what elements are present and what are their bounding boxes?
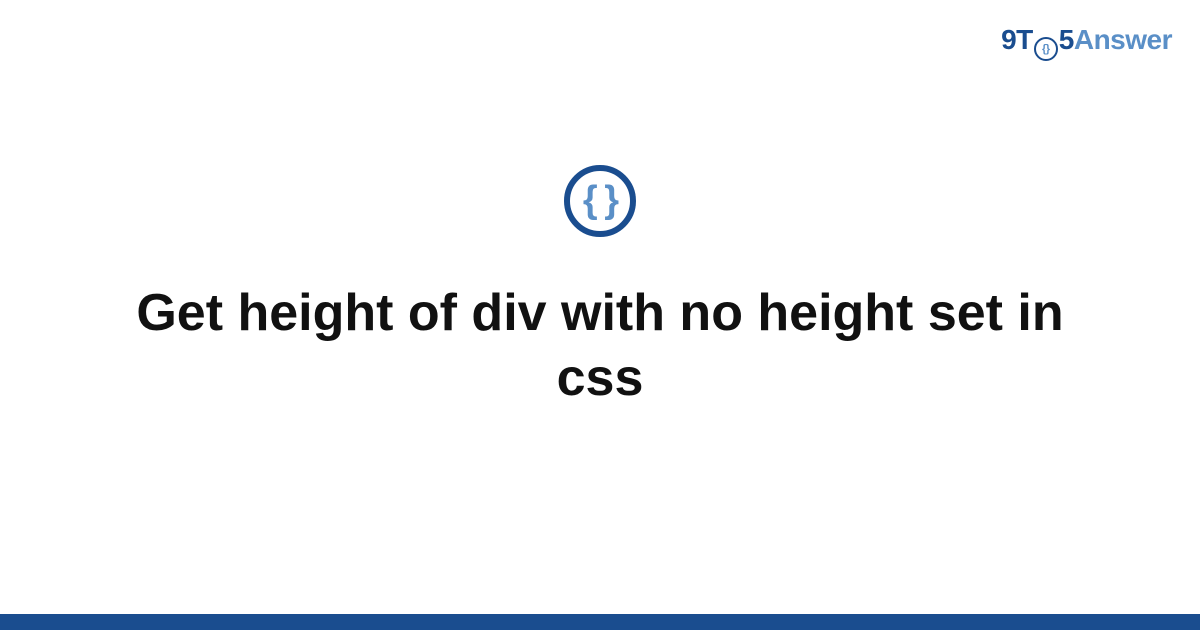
braces-icon: { } <box>583 179 617 222</box>
page-title: Get height of div with no height set in … <box>100 281 1100 411</box>
main-content: { } Get height of div with no height set… <box>0 0 1200 615</box>
css-category-icon: { } <box>564 165 636 237</box>
footer-bar <box>0 614 1200 630</box>
